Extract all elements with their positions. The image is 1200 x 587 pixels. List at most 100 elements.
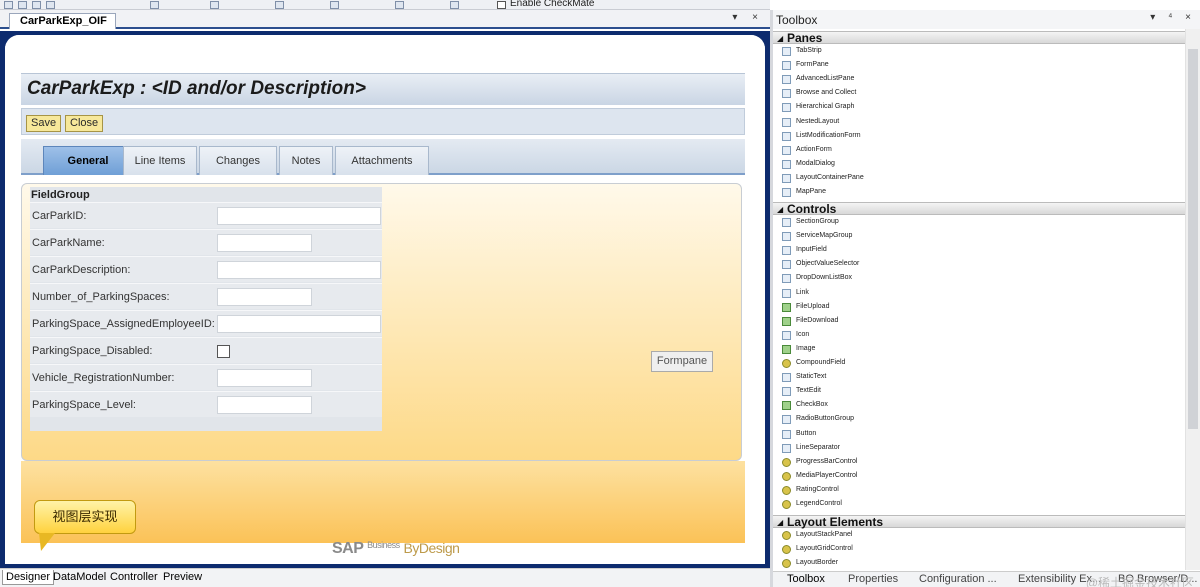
carparkname-input[interactable] — [217, 234, 312, 252]
control-icon — [782, 373, 791, 383]
toolbox-item-label: RadioButtonGroup — [796, 415, 854, 423]
tab-notes[interactable]: Notes — [279, 146, 333, 175]
toolbox-item-label: NestedLayout — [796, 117, 840, 125]
toolbar-icon[interactable] — [18, 1, 27, 9]
tab-general[interactable]: General — [43, 146, 133, 175]
parkingspace-level-input[interactable] — [217, 396, 312, 414]
toolbox-item-label: ListModificationForm — [796, 131, 861, 139]
control-icon — [782, 131, 791, 141]
scrollbar-thumb[interactable] — [1188, 49, 1198, 429]
toolbox-item-label: LayoutStackPanel — [796, 531, 853, 538]
field-row: CarParkDescription: — [30, 256, 382, 282]
save-button[interactable]: Save — [26, 115, 62, 132]
control-icon — [782, 173, 791, 183]
carparkdescription-input[interactable] — [217, 261, 381, 279]
collapse-icon[interactable]: ◢ — [777, 205, 783, 214]
tab-preview[interactable]: Preview — [160, 570, 205, 584]
control-icon — [782, 401, 791, 411]
control-icon — [782, 415, 791, 425]
title-bar: CarParkExp : <ID and/or Description> — [21, 73, 745, 105]
field-row: CarParkID: — [30, 202, 382, 228]
toolbox-item-label: SectionGroup — [796, 218, 839, 225]
formpane-label[interactable]: Formpane — [651, 351, 713, 372]
control-icon — [782, 117, 791, 127]
control-icon — [782, 89, 791, 99]
field-group[interactable]: FieldGroup CarParkID: CarParkName: CarPa… — [30, 187, 382, 431]
control-icon — [782, 457, 791, 467]
tab-configuration[interactable]: Configuration ... — [919, 573, 997, 585]
toolbar-icon[interactable] — [46, 1, 55, 9]
form-pane[interactable]: FieldGroup CarParkID: CarParkName: CarPa… — [21, 183, 742, 461]
logo-sap: SAP — [332, 540, 364, 557]
toolbox-category[interactable]: ◢ Controls — [773, 202, 1185, 216]
vehicle-registration-input[interactable] — [217, 369, 312, 387]
collapse-icon[interactable]: ◢ — [777, 34, 783, 43]
toolbox-item-label: MapPane — [796, 188, 826, 195]
number-of-parkingspaces-input[interactable] — [217, 288, 312, 306]
toolbox-item-label: MediaPlayerControl — [796, 471, 858, 479]
document-tab-controls[interactable]: ▾ × — [732, 12, 764, 23]
toolbar-icon[interactable] — [150, 1, 159, 9]
toolbar-icon[interactable] — [395, 1, 404, 9]
toolbox-item-label: RatingControl — [796, 485, 839, 493]
control-icon — [782, 485, 791, 495]
tab-designer[interactable]: Designer — [2, 570, 55, 585]
field-label: CarParkDescription: — [32, 264, 131, 276]
control-icon — [782, 531, 791, 540]
close-button[interactable]: Close — [65, 115, 104, 132]
tab-changes[interactable]: Changes — [199, 146, 277, 175]
toolbox-item-label: Icon — [796, 330, 810, 338]
toolbox-title: Toolbox — [776, 13, 818, 27]
control-icon — [782, 443, 791, 453]
control-icon — [782, 260, 791, 270]
field-row: ParkingSpace_AssignedEmployeeID: — [30, 310, 382, 336]
control-icon — [782, 61, 791, 71]
toolbox-category-name: Layout Elements — [787, 515, 884, 529]
button-bar: Save Close — [21, 108, 745, 135]
logo-bydesign: ByDesign — [403, 540, 460, 556]
designer-canvas-frame: CarParkExp : <ID and/or Description> Sav… — [5, 35, 765, 564]
field-label: ParkingSpace_AssignedEmployeeID: — [32, 318, 215, 330]
toolbox-item-label: CompoundField — [796, 359, 846, 366]
control-icon — [782, 218, 791, 227]
annotation-callout: 视图层实现 — [34, 500, 136, 534]
toolbox-category[interactable]: ◢ Layout Elements — [773, 515, 1185, 529]
assigned-employee-id-input[interactable] — [217, 315, 381, 333]
control-icon — [782, 47, 791, 56]
tab-controller[interactable]: Controller — [107, 570, 161, 584]
toolbar-icon[interactable] — [32, 1, 41, 9]
toolbox-item-label: ServiceMapGroup — [796, 232, 853, 240]
enable-checkmate-checkbox[interactable] — [497, 1, 506, 9]
toolbox-item-label: DropDownListBox — [796, 274, 853, 282]
carparkid-input[interactable] — [217, 207, 381, 225]
control-icon — [782, 471, 791, 481]
collapse-icon[interactable]: ◢ — [777, 518, 783, 527]
toolbox-scrollbar[interactable] — [1185, 29, 1200, 570]
document-tab[interactable]: CarParkExp_OIF — [9, 13, 116, 29]
parkingspace-disabled-checkbox[interactable] — [217, 345, 230, 358]
field-row: ParkingSpace_Level: — [30, 391, 382, 417]
toolbar-icon[interactable] — [275, 1, 284, 9]
tab-attachments[interactable]: Attachments — [335, 146, 429, 175]
tab-properties[interactable]: Properties — [848, 573, 898, 585]
control-icon — [782, 545, 791, 555]
designer-canvas: CarParkExp : <ID and/or Description> Sav… — [5, 35, 765, 564]
toolbox-item-label: StaticText — [796, 373, 827, 381]
control-icon — [782, 188, 791, 197]
toolbox-item-label: LayoutGridControl — [796, 545, 853, 553]
toolbox-window-controls[interactable]: ▾ ⁴ × — [1150, 12, 1196, 23]
tab-line-items[interactable]: Line Items — [123, 146, 197, 175]
toolbar-icon[interactable] — [4, 1, 13, 9]
tab-toolbox[interactable]: Toolbox — [787, 573, 825, 585]
toolbar-icon[interactable] — [210, 1, 219, 9]
toolbox-item-label: ObjectValueSelector — [796, 260, 860, 268]
toolbar-icon[interactable] — [330, 1, 339, 9]
field-label: CarParkName: — [32, 237, 105, 249]
toolbox-category-name: Panes — [787, 31, 823, 45]
toolbox-item-label: TextEdit — [796, 387, 821, 395]
toolbar-icon[interactable] — [450, 1, 459, 9]
tab-datamodel[interactable]: DataModel — [50, 570, 109, 584]
toolbox-item-label: FormPane — [796, 61, 829, 69]
tab-strip: General Line Items Changes Notes Attachm… — [21, 139, 745, 175]
toolbox-category[interactable]: ◢ Panes — [773, 31, 1185, 45]
